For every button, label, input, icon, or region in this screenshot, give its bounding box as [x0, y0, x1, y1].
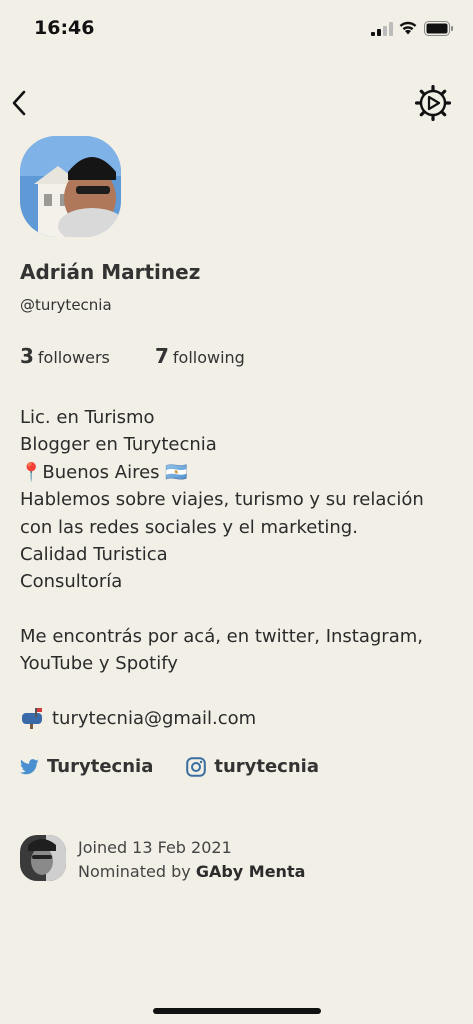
bio-line: Consultoría: [20, 571, 123, 593]
bio-line: Calidad Turistica: [20, 544, 168, 566]
followers-count: 3: [20, 344, 34, 368]
bio-line: Hablemos sobre viajes, turismo y su rela…: [20, 489, 424, 511]
profile-bio: Lic. en Turismo Blogger en Turytecnia 📍B…: [20, 404, 460, 678]
instagram-icon: [186, 756, 207, 777]
bio-line: 📍Buenos Aires 🇦🇷: [20, 461, 188, 483]
profile-handle: @turytecnia: [20, 296, 112, 314]
nominated-line: Nominated by GAby Menta: [78, 860, 305, 884]
following-link[interactable]: 7 following: [155, 344, 245, 368]
nominator-avatar[interactable]: [20, 835, 66, 881]
joined-info: Joined 13 Feb 2021 Nominated by GAby Men…: [78, 836, 305, 884]
status-time: 16:46: [34, 17, 95, 39]
nominator-name-link[interactable]: GAby Menta: [196, 862, 306, 881]
mailbox-icon: [22, 708, 42, 729]
twitter-link[interactable]: Turytecnia: [20, 756, 153, 777]
followers-label: followers: [37, 348, 110, 367]
battery-icon: [424, 21, 453, 36]
bio-line: Lic. en Turismo: [20, 407, 155, 428]
bio-line: Me encontrás por acá, en twitter, Instag…: [20, 625, 423, 647]
profile-avatar[interactable]: [20, 136, 121, 237]
profile-photo: [20, 136, 121, 237]
bio-line: YouTube y Spotify: [20, 653, 178, 675]
settings-gear-icon[interactable]: [415, 85, 451, 121]
social-links: Turytecnia turytecnia: [20, 756, 352, 777]
email-address[interactable]: turytecnia@gmail.com: [52, 708, 256, 729]
instagram-handle: turytecnia: [214, 756, 319, 777]
wifi-icon: [399, 21, 417, 35]
instagram-link[interactable]: turytecnia: [186, 756, 319, 777]
follow-stats: 3 followers 7 following: [20, 344, 285, 368]
nominated-prefix: Nominated by: [78, 862, 191, 881]
twitter-handle: Turytecnia: [47, 756, 154, 777]
nominator-photo: [20, 835, 66, 881]
bio-spacer: [20, 596, 460, 623]
back-arrow-icon[interactable]: [8, 88, 30, 118]
home-indicator[interactable]: [153, 1008, 321, 1014]
signal-icon: [371, 22, 393, 36]
profile-name: Adrián Martinez: [20, 260, 201, 284]
bio-email-row: turytecnia@gmail.com: [20, 707, 256, 729]
followers-link[interactable]: 3 followers: [20, 344, 110, 368]
following-count: 7: [154, 344, 169, 368]
bio-line: con las redes sociales y el marketing.: [20, 516, 358, 538]
following-label: following: [172, 348, 245, 367]
joined-date: Joined 13 Feb 2021: [78, 838, 232, 857]
bio-line: Blogger en Turytecnia: [20, 434, 217, 456]
status-bar: 16:46: [0, 0, 473, 56]
twitter-icon: [20, 758, 39, 774]
